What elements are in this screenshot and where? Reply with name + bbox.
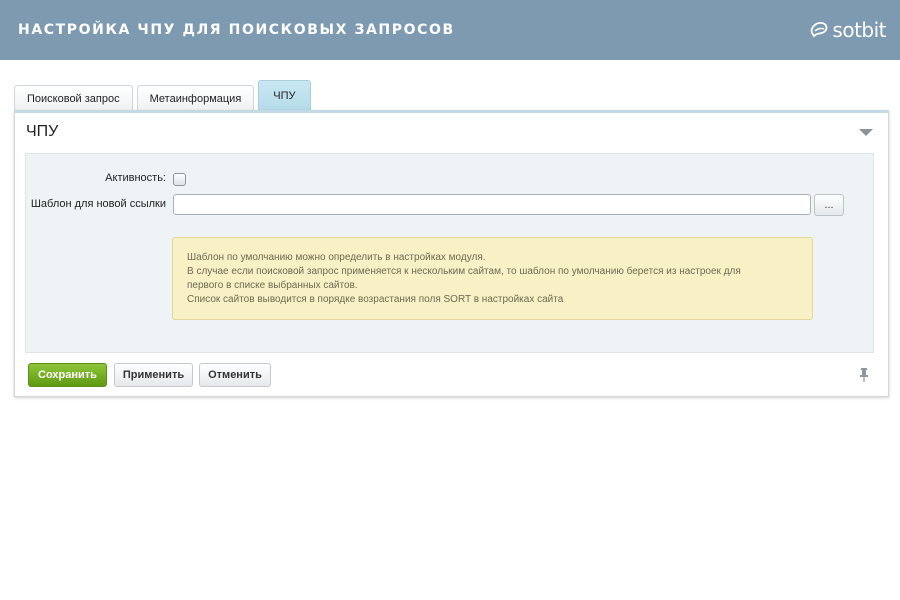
cancel-button[interactable]: Отменить: [199, 363, 271, 387]
activity-checkbox[interactable]: [173, 173, 186, 186]
save-button[interactable]: Сохранить: [28, 363, 107, 387]
form-area: Активность: Шаблон для новой ссылки ... …: [25, 153, 874, 353]
note-line: В случае если поисковой запрос применяет…: [187, 266, 741, 277]
note-line: первого в списке выбранных сайтов.: [187, 280, 358, 291]
tab-bar: Поисковой запрос Метаинформация ЧПУ: [14, 80, 315, 111]
template-input[interactable]: [173, 194, 811, 215]
sotbit-logo-icon: [811, 22, 828, 38]
chpu-panel: ЧПУ Активность: Шаблон для новой ссылки …: [14, 110, 889, 397]
panel-title: ЧПУ: [26, 123, 59, 140]
pin-icon[interactable]: [859, 368, 869, 382]
note-line: Список сайтов выводится в порядке возрас…: [187, 294, 564, 305]
tab-chpu[interactable]: ЧПУ: [258, 80, 311, 111]
info-note: Шаблон по умолчанию можно определить в н…: [172, 237, 813, 320]
collapse-arrow-icon[interactable]: [859, 128, 873, 136]
tab-search-query[interactable]: Поисковой запрос: [14, 85, 133, 111]
template-label: Шаблон для новой ссылки: [30, 198, 166, 210]
browse-button[interactable]: ...: [814, 194, 844, 216]
tab-metainfo[interactable]: Метаинформация: [136, 85, 255, 111]
note-line: Шаблон по умолчанию можно определить в н…: [187, 252, 486, 263]
brand-logo: sotbit: [809, 18, 886, 42]
activity-label: Активность:: [105, 172, 166, 184]
page-title: НАСТРОЙКА ЧПУ ДЛЯ ПОИСКОВЫХ ЗАПРОСОВ: [18, 22, 455, 38]
logo-text: sotbit: [832, 18, 886, 42]
header-banner: НАСТРОЙКА ЧПУ ДЛЯ ПОИСКОВЫХ ЗАПРОСОВ sot…: [0, 0, 900, 60]
panel-header: ЧПУ: [15, 113, 888, 151]
apply-button[interactable]: Применить: [114, 363, 193, 387]
